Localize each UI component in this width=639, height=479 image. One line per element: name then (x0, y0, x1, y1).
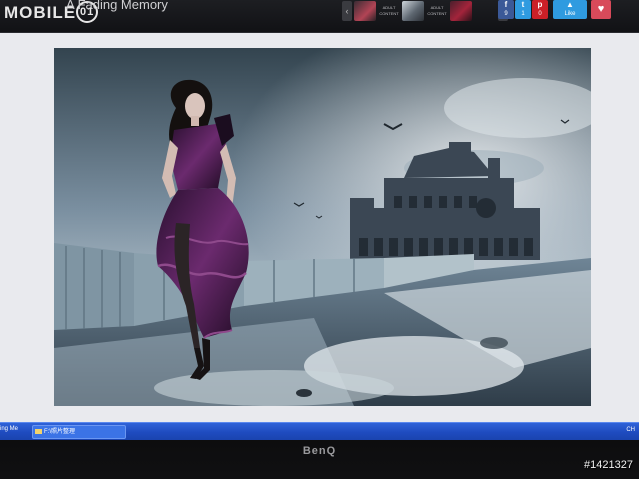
gallery-thumbnail[interactable] (450, 1, 472, 21)
twitter-count: 1 (521, 11, 525, 17)
favorite-button[interactable]: ♥ (591, 0, 611, 19)
taskbar-window-item[interactable]: F:\照片整理 (32, 425, 126, 439)
folder-icon (35, 428, 42, 434)
taskbar-item-label: F:\照片整理 (44, 429, 75, 435)
like-label: Like (564, 11, 576, 17)
pinterest-share-button[interactable]: p 0 (532, 0, 548, 19)
pinterest-icon: p (537, 0, 543, 9)
photo-artwork (54, 48, 591, 406)
monitor-screen: MOBILE 01 A Fading Memory ‹ ADULT CONTENT… (0, 0, 639, 440)
page-title: A Fading Memory (66, 0, 168, 12)
facebook-count: 9 (504, 11, 508, 17)
post-id-watermark: #1421327 (584, 459, 633, 471)
monitor-brand-logo: BenQ (302, 445, 337, 457)
taskbar-tray-language[interactable]: CH (626, 427, 635, 433)
adult-content-badge[interactable] (474, 1, 496, 21)
twitter-icon: t (521, 0, 525, 9)
like-button[interactable]: ▲ Like (553, 0, 587, 19)
prev-arrow-icon[interactable]: ‹ (342, 1, 352, 21)
facebook-icon: f (504, 0, 508, 9)
gallery-thumbnail[interactable] (354, 1, 376, 21)
thumbs-up-icon: ▲ (566, 0, 574, 9)
site-header: MOBILE 01 A Fading Memory ‹ ADULT CONTENT… (0, 0, 639, 33)
gallery-strip: ‹ ADULT CONTENT ADULT CONTENT › (342, 0, 508, 22)
os-taskbar: ing Me F:\照片整理 CH (0, 422, 639, 440)
gallery-thumbnail[interactable] (402, 1, 424, 21)
twitter-share-button[interactable]: t 1 (515, 0, 531, 19)
adult-content-badge[interactable]: ADULT CONTENT (378, 1, 400, 21)
monitor-bezel: MOBILE 01 A Fading Memory ‹ ADULT CONTENT… (0, 0, 639, 479)
facebook-share-button[interactable]: f 9 (498, 0, 514, 19)
pinterest-count: 0 (538, 11, 542, 17)
taskbar-left-text[interactable]: ing Me (0, 426, 18, 432)
adult-content-badge[interactable]: ADULT CONTENT (426, 1, 448, 21)
main-photo[interactable] (54, 48, 591, 406)
heart-icon: ♥ (597, 3, 605, 15)
